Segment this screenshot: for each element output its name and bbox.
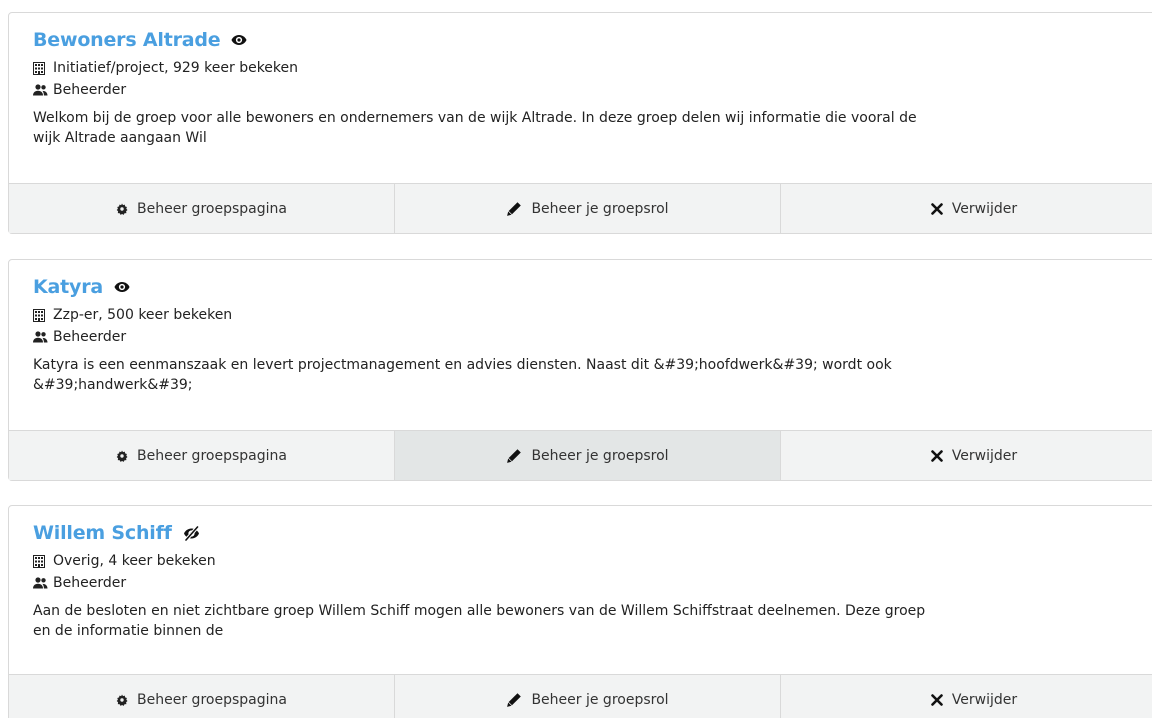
manage-group-page-label: Beheer groepspagina	[137, 200, 287, 217]
manage-group-role-button[interactable]: Beheer je groepsrol	[395, 675, 781, 718]
delete-group-label: Verwijder	[951, 691, 1018, 708]
eye-icon	[231, 34, 247, 46]
group-role: Beheerder	[33, 80, 1143, 100]
manage-group-page-button[interactable]: Beheer groepspagina	[9, 675, 395, 718]
group-description-line: &#39;handwerk&#39;	[33, 377, 193, 393]
group-title-row: Bewoners Altrade	[33, 27, 1143, 53]
group-meta-text: Initiatief/project, 929 keer bekeken	[53, 60, 299, 76]
manage-group-page-label: Beheer groepspagina	[137, 447, 287, 464]
building-icon	[33, 61, 48, 75]
group-role-text: Beheerder	[53, 329, 127, 345]
building-icon	[33, 554, 48, 568]
manage-group-page-label: Beheer groepspagina	[137, 691, 287, 708]
group-card-body: Katyra Zzp-er, 500 keer bekeken Beheerde…	[9, 260, 1152, 395]
group-actions: Beheer groepspagina Beheer je groepsrol …	[9, 430, 1152, 480]
eye-slash-icon	[183, 525, 200, 541]
delete-group-button[interactable]: Verwijder	[781, 184, 1152, 233]
group-role-text: Beheerder	[53, 82, 127, 98]
group-title-link[interactable]: Katyra	[33, 276, 103, 298]
delete-group-button[interactable]: Verwijder	[781, 431, 1152, 480]
group-title-row: Willem Schiff	[33, 520, 1143, 546]
close-icon	[931, 449, 943, 462]
group-meta: Overig, 4 keer bekeken	[33, 551, 1143, 571]
pencil-icon	[506, 692, 522, 708]
manage-group-page-button[interactable]: Beheer groepspagina	[9, 184, 395, 233]
group-title-row: Katyra	[33, 274, 1143, 300]
group-actions: Beheer groepspagina Beheer je groepsrol …	[9, 183, 1152, 233]
group-description: Katyra is een eenmanszaak en levert proj…	[33, 355, 993, 395]
pencil-icon	[506, 448, 522, 464]
manage-group-role-button[interactable]: Beheer je groepsrol	[395, 184, 781, 233]
delete-group-label: Verwijder	[951, 447, 1018, 464]
delete-group-label: Verwijder	[951, 200, 1018, 217]
group-description-line: Welkom bij de groep voor alle bewoners e…	[33, 110, 917, 126]
pencil-icon	[506, 201, 522, 217]
group-role: Beheerder	[33, 573, 1143, 593]
group-meta-text: Zzp-er, 500 keer bekeken	[53, 307, 233, 323]
gear-icon	[116, 203, 128, 215]
group-role-text: Beheerder	[53, 575, 127, 591]
group-actions: Beheer groepspagina Beheer je groepsrol …	[9, 674, 1152, 718]
manage-group-role-label: Beheer je groepsrol	[531, 447, 669, 464]
group-card: Katyra Zzp-er, 500 keer bekeken Beheerde…	[8, 259, 1152, 481]
users-icon	[33, 577, 48, 589]
manage-group-page-button[interactable]: Beheer groepspagina	[9, 431, 395, 480]
gear-icon	[116, 694, 128, 706]
close-icon	[931, 693, 943, 706]
users-icon	[33, 331, 48, 343]
group-list: Bewoners Altrade Initiatief/project, 929…	[0, 0, 1152, 718]
group-meta: Zzp-er, 500 keer bekeken	[33, 305, 1143, 325]
users-icon	[33, 84, 48, 96]
group-title-link[interactable]: Willem Schiff	[33, 522, 172, 544]
building-icon	[33, 308, 48, 322]
eye-icon	[114, 281, 130, 293]
group-description-line: en de informatie binnen de	[33, 623, 224, 639]
group-card: Willem Schiff Overig, 4 keer bekeken Beh…	[8, 505, 1152, 718]
group-description: Aan de besloten en niet zichtbare groep …	[33, 601, 993, 641]
group-meta-text: Overig, 4 keer bekeken	[53, 553, 216, 569]
group-description-line: Aan de besloten en niet zichtbare groep …	[33, 603, 926, 619]
delete-group-button[interactable]: Verwijder	[781, 675, 1152, 718]
manage-group-role-button[interactable]: Beheer je groepsrol	[395, 431, 781, 480]
group-meta: Initiatief/project, 929 keer bekeken	[33, 58, 1143, 78]
group-role: Beheerder	[33, 327, 1143, 347]
group-description-line: wijk Altrade aangaan Wil	[33, 130, 207, 146]
group-title-link[interactable]: Bewoners Altrade	[33, 29, 221, 51]
group-description-line: Katyra is een eenmanszaak en levert proj…	[33, 357, 892, 373]
manage-group-role-label: Beheer je groepsrol	[531, 691, 669, 708]
group-card-body: Bewoners Altrade Initiatief/project, 929…	[9, 13, 1152, 148]
group-card: Bewoners Altrade Initiatief/project, 929…	[8, 12, 1152, 234]
group-card-body: Willem Schiff Overig, 4 keer bekeken Beh…	[9, 506, 1152, 641]
close-icon	[931, 202, 943, 215]
gear-icon	[116, 450, 128, 462]
group-description: Welkom bij de groep voor alle bewoners e…	[33, 108, 993, 148]
manage-group-role-label: Beheer je groepsrol	[531, 200, 669, 217]
